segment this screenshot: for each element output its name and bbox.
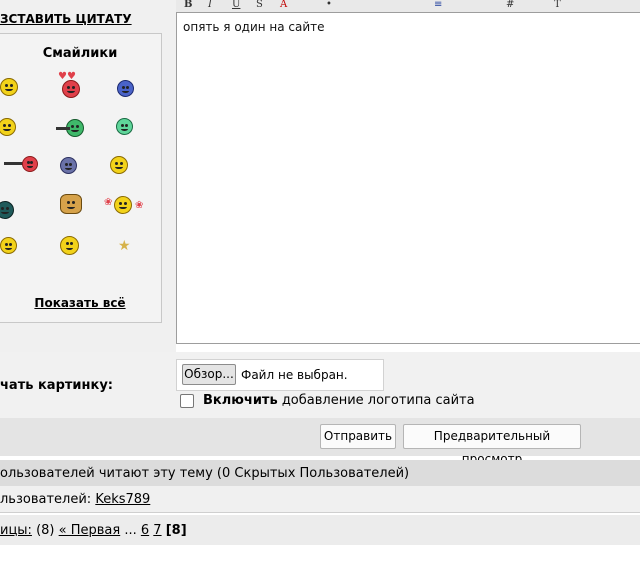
checkbox-rest-text: добавление логотипа сайта xyxy=(277,393,475,408)
bow-icon: ❀ xyxy=(104,197,113,208)
bold-button[interactable]: B xyxy=(184,0,192,11)
pager: ицы: (8) « Первая ... 6 7 [8] xyxy=(0,523,187,538)
message-text[interactable]: опять я один на сайте xyxy=(183,20,325,34)
smiley-ninja-icon[interactable] xyxy=(0,237,17,254)
underline-button[interactable]: U xyxy=(232,0,240,11)
hash-button[interactable]: # xyxy=(506,0,514,11)
star-icon[interactable]: ★ xyxy=(118,239,131,253)
users-prefix: льзователей: xyxy=(0,492,96,507)
user-link[interactable]: Keks789 xyxy=(95,492,150,507)
hearts-icon: ♥♥ xyxy=(58,71,76,82)
smiley-green-icon[interactable] xyxy=(116,118,133,135)
page-7-link[interactable]: 7 xyxy=(153,523,161,538)
file-status: Файл не выбран. xyxy=(241,368,348,382)
logo-checkbox-label[interactable]: Включить добавление логотипа сайта xyxy=(203,393,475,408)
message-editor[interactable] xyxy=(176,12,640,344)
preview-button[interactable]: Предварительный просмотр xyxy=(403,424,581,466)
smiley-crying-icon[interactable] xyxy=(117,80,134,97)
show-all-smilies-link[interactable]: Показать всё xyxy=(0,296,160,310)
smiley-hands-icon[interactable] xyxy=(60,194,82,214)
smiley-cool-icon[interactable] xyxy=(0,78,18,96)
attach-image-label: чать картинку: xyxy=(0,378,114,393)
italic-button[interactable]: I xyxy=(208,0,212,11)
page-footer-space xyxy=(0,545,640,582)
users-text: льзователей: Keks789 xyxy=(0,492,150,507)
current-page: [8] xyxy=(165,523,187,538)
smiley-shocked-icon[interactable] xyxy=(60,236,79,255)
pages-link[interactable]: ицы: xyxy=(0,523,32,538)
smiley-red-shooter-icon[interactable] xyxy=(22,156,38,172)
list-button[interactable]: • xyxy=(326,0,332,11)
logo-checkbox[interactable] xyxy=(180,394,194,408)
pager-ellipsis: ... xyxy=(120,523,141,538)
first-page-link[interactable]: « Первая xyxy=(59,523,121,538)
rifle-icon xyxy=(4,162,24,165)
insert-quote-link[interactable]: ЗСТАВИТЬ ЦИТАТУ xyxy=(0,12,132,26)
page-6-link[interactable]: 6 xyxy=(141,523,149,538)
checkbox-bold-text: Включить xyxy=(203,393,278,408)
browse-button[interactable]: Обзор... xyxy=(182,364,236,385)
smiley-rock-icon[interactable] xyxy=(110,156,128,174)
smilies-title: Смайлики xyxy=(42,46,118,61)
submit-button[interactable]: Отправить xyxy=(320,424,396,449)
strike-button[interactable]: S xyxy=(256,0,263,11)
smiley-bows-icon[interactable] xyxy=(114,196,132,214)
font-button[interactable]: T xyxy=(554,0,561,11)
bow-icon: ❀ xyxy=(135,200,144,211)
gun-icon xyxy=(56,127,70,130)
readers-text: ользователей читают эту тему (0 Скрытых … xyxy=(0,466,410,481)
pages-count: (8) xyxy=(31,523,59,538)
smilies-box xyxy=(0,33,162,323)
align-button[interactable]: ≡ xyxy=(434,0,442,11)
color-button[interactable]: A xyxy=(280,0,287,11)
smiley-sad-gray-icon[interactable] xyxy=(60,157,77,174)
